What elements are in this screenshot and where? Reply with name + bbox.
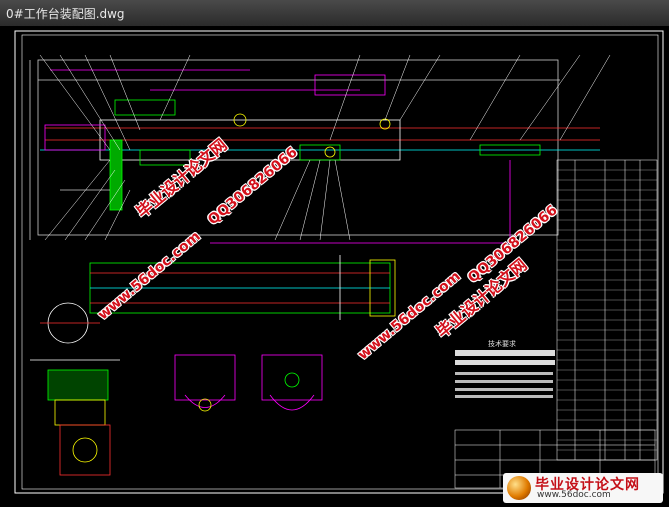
window-titlebar: 0#工作台装配图.dwg (0, 0, 669, 27)
logo-url: www.56doc.com (537, 490, 611, 500)
notes-heading: 技术要求 (488, 340, 516, 348)
window-title: 0#工作台装配图.dwg (6, 7, 125, 21)
logo-globe-icon (507, 476, 531, 500)
side-view (30, 302, 120, 476)
section-views (174, 354, 323, 412)
cad-drawing (14, 30, 664, 494)
site-logo: 毕业设计论文网 www.56doc.com (503, 473, 663, 503)
main-assembly-view (29, 59, 600, 244)
leader-lines (39, 54, 611, 241)
drawing-canvas[interactable]: 毕业设计论文网 QQ306826066 www.56doc.com QQ3068… (0, 26, 669, 507)
technical-notes (455, 350, 555, 398)
parts-list-rows (557, 169, 657, 451)
